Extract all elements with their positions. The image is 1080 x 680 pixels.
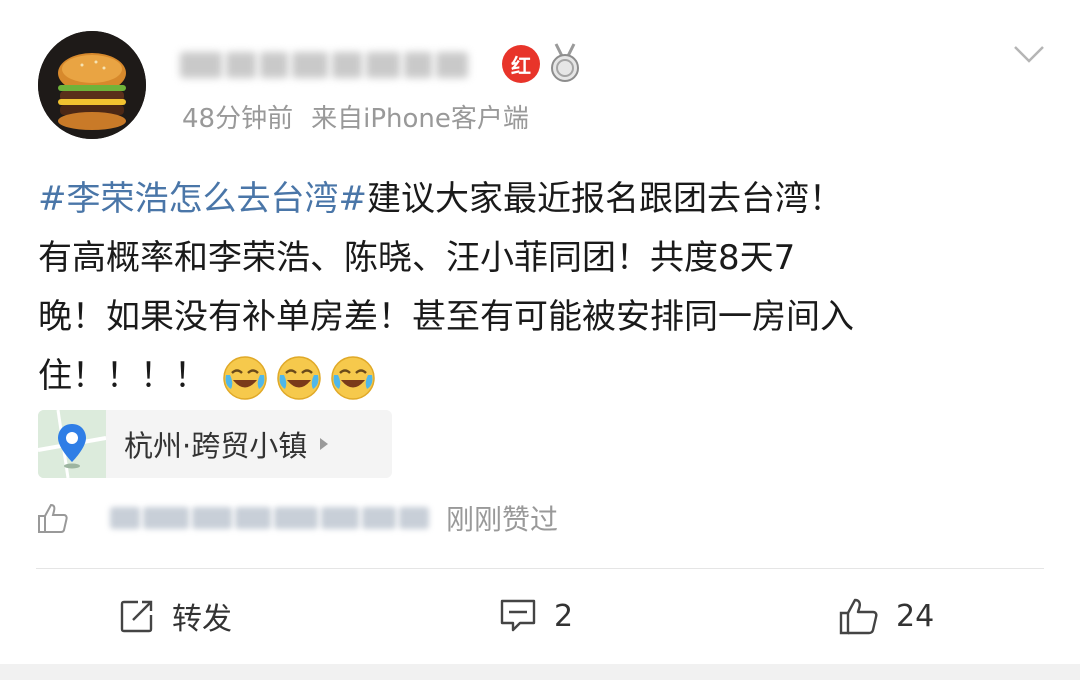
repost-icon — [120, 600, 153, 633]
like-count: 24 — [896, 598, 935, 634]
medal-icon[interactable] — [544, 42, 586, 84]
bottom-separator — [0, 664, 1080, 680]
comment-button[interactable]: 2 — [498, 592, 573, 640]
burger-avatar-icon — [38, 31, 146, 139]
post-line-3: 晚！如果没有补单房差！甚至有可能被安排同一房间入 — [38, 297, 854, 337]
vip-red-badge[interactable]: 红 — [502, 45, 540, 83]
divider — [36, 568, 1044, 569]
post-line-4: 住！！！！ — [38, 347, 1048, 406]
avatar[interactable] — [38, 31, 146, 139]
comment-icon — [500, 599, 536, 632]
location-label: 杭州·跨贸小镇 — [124, 429, 308, 463]
laugh-cry-emoji-icon — [223, 355, 267, 400]
chevron-down-icon[interactable] — [1012, 42, 1046, 66]
map-thumbnail — [38, 410, 106, 478]
laugh-cry-emoji-icon — [331, 355, 375, 400]
thumbs-up-icon — [839, 598, 878, 635]
post-time: 48分钟前 — [182, 103, 294, 134]
liked-by-row[interactable]: 刚刚赞过 — [36, 496, 596, 540]
weibo-post-card: 红 48分钟前 来自iPhone客户端 #李荣浩怎么去台湾#建议大家最近报名跟团… — [0, 0, 1080, 680]
repost-label: 转发 — [172, 602, 232, 637]
thumbs-up-outline-icon — [38, 503, 68, 533]
location-tag[interactable]: 杭州·跨贸小镇 — [38, 410, 392, 478]
location-pin-icon — [38, 410, 106, 478]
repost-button[interactable]: 转发 — [118, 592, 232, 640]
emoji-row — [222, 355, 376, 401]
like-button[interactable]: 24 — [838, 592, 934, 640]
liked-by-names — [110, 502, 430, 534]
caret-right-icon — [320, 438, 329, 450]
laugh-cry-emoji-icon — [277, 355, 321, 400]
post-content: #李荣浩怎么去台湾#建议大家最近报名跟团去台湾！ 有高概率和李荣浩、陈晓、汪小菲… — [38, 170, 1048, 406]
post-meta: 48分钟前 来自iPhone客户端 — [182, 96, 529, 136]
post-line-1: #李荣浩怎么去台湾#建议大家最近报名跟团去台湾！ — [38, 179, 843, 219]
post-line-2: 有高概率和李荣浩、陈晓、汪小菲同团！共度8天7 — [38, 238, 796, 278]
comment-count: 2 — [554, 598, 574, 634]
post-source: 来自iPhone客户端 — [311, 103, 529, 134]
username[interactable] — [180, 44, 500, 86]
hashtag-link[interactable]: #李荣浩怎么去台湾# — [38, 179, 367, 219]
liked-status: 刚刚赞过 — [446, 503, 559, 536]
